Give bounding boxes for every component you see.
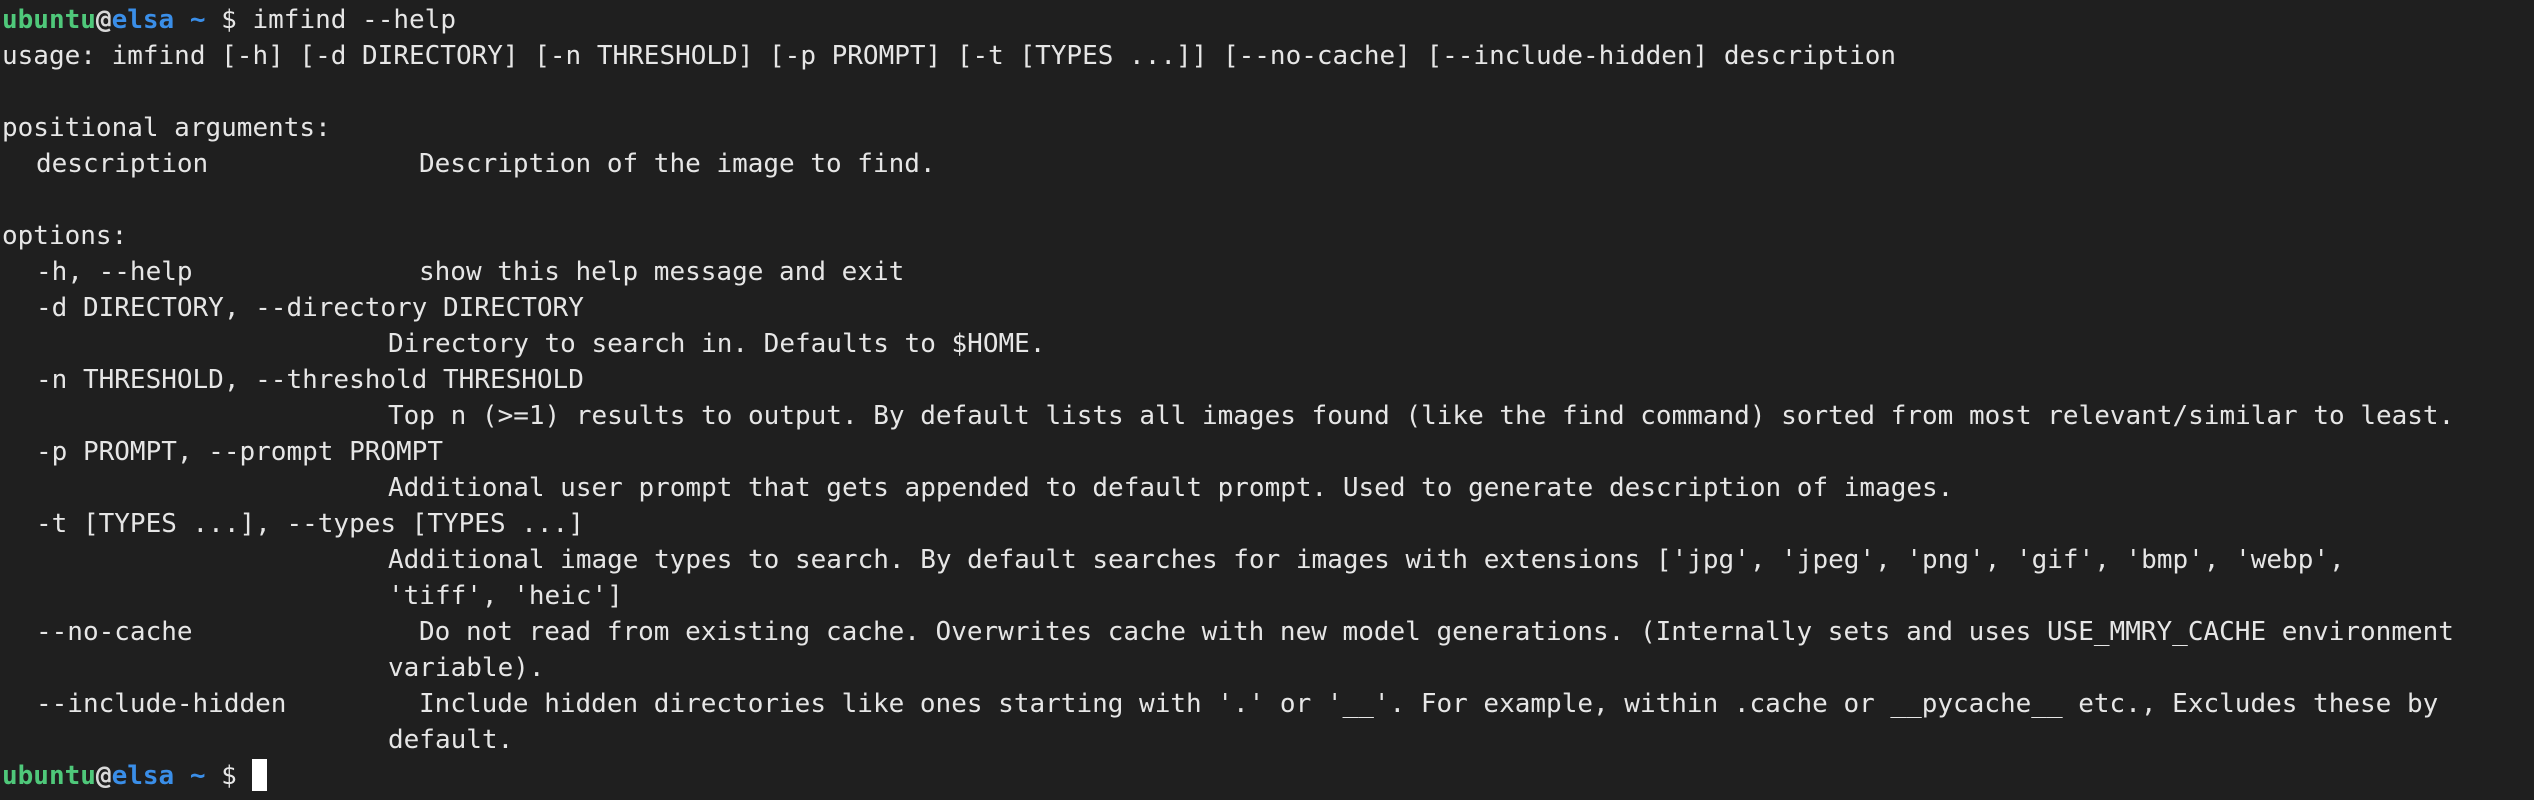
option-help-types: Additional image types to search. By def… xyxy=(388,545,2345,575)
prompt-path: ~ xyxy=(189,761,206,791)
positional-header: positional arguments: xyxy=(2,113,331,143)
option-flag-prompt: -p PROMPT, --prompt PROMPT xyxy=(36,437,443,467)
option-help: Include hidden directories like ones sta… xyxy=(419,689,2439,719)
options-header: options: xyxy=(2,221,128,251)
prompt-at: @ xyxy=(95,5,112,35)
option-help-threshold: Top n (>=1) results to output. By defaul… xyxy=(388,401,2455,431)
positional-arg-help: Description of the image to find. xyxy=(419,149,936,179)
option-help-directory: Directory to search in. Defaults to $HOM… xyxy=(388,329,1046,359)
option-flag: --no-cache xyxy=(36,617,193,647)
prompt-host: elsa xyxy=(111,761,175,791)
prompt-user: ubuntu xyxy=(2,5,96,35)
option-flag-directory: -d DIRECTORY, --directory DIRECTORY xyxy=(36,293,584,323)
option-row-help: -h, --help show this help message and exi… xyxy=(2,254,2534,290)
terminal-window[interactable]: ubuntu@elsa ~ $ imfind --help usage: imf… xyxy=(0,0,2534,800)
option-help: Do not read from existing cache. Overwri… xyxy=(419,617,2454,647)
prompt-symbol: $ xyxy=(221,761,237,791)
option-help: show this help message and exit xyxy=(419,257,905,287)
option-flag: -h, --help xyxy=(36,257,193,287)
command-line: ubuntu@elsa ~ $ imfind --help xyxy=(2,2,2534,38)
text-cursor[interactable] xyxy=(252,759,268,791)
option-flag-threshold: -n THRESHOLD, --threshold THRESHOLD xyxy=(36,365,584,395)
prompt-symbol: $ xyxy=(221,5,237,35)
option-row-no-cache: --no-cache Do not read from existing cach… xyxy=(2,614,2534,650)
usage-line: usage: imfind [-h] [-d DIRECTORY] [-n TH… xyxy=(2,41,1897,71)
option-flag-types: -t [TYPES ...], --types [TYPES ...] xyxy=(36,509,584,539)
option-flag: --include-hidden xyxy=(36,689,287,719)
prompt-at: @ xyxy=(95,761,112,791)
option-help-prompt: Additional user prompt that gets appende… xyxy=(388,473,1954,503)
option-help-no-cache-cont: variable). xyxy=(388,653,545,683)
positional-arg-row: description Description of the image to f… xyxy=(2,146,2534,182)
prompt-host: elsa xyxy=(111,5,175,35)
prompt-user: ubuntu xyxy=(2,761,96,791)
active-prompt-line[interactable]: ubuntu@elsa ~ $ xyxy=(2,758,2534,794)
prompt-path: ~ xyxy=(189,5,206,35)
option-help-types-cont: 'tiff', 'heic'] xyxy=(388,581,623,611)
option-help-include-hidden-cont: default. xyxy=(388,725,514,755)
entered-command: imfind --help xyxy=(252,5,456,35)
option-row-include-hidden: --include-hidden Include hidden directori… xyxy=(2,686,2534,722)
positional-arg-name: description xyxy=(36,149,209,179)
